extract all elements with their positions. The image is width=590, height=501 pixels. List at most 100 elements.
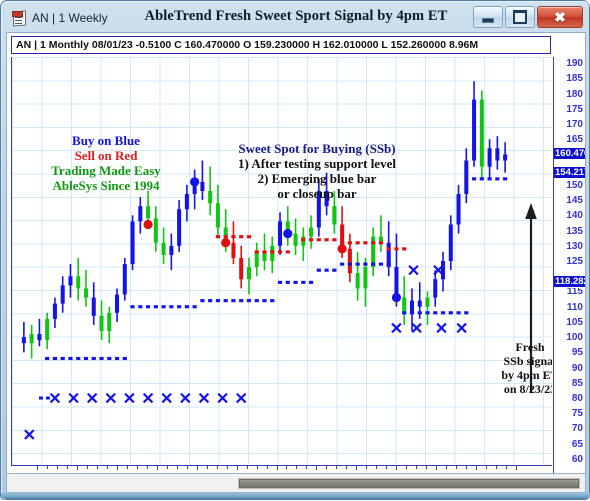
annotation-center-line3: or closeup bar [277,186,357,201]
date-axis-minor-tick [146,466,148,469]
annotation-center-line2: 2) Emerging blue bar [257,171,377,186]
annotation-center: Sweet Spot for Buying (SSb) 1) After tes… [206,141,428,201]
date-axis-minor-tick [106,466,108,469]
annotation-right-line2: SSb signal [503,354,552,368]
price-axis-tick: 135 [566,225,583,237]
date-axis-minor-tick [246,466,248,469]
date-axis-minor-tick [226,466,228,469]
date-axis-minor-tick [166,466,168,469]
annotation-right-line1: Fresh [515,340,545,354]
date-axis-minor-tick [506,466,508,469]
scrollbar-thumb[interactable] [239,479,579,488]
price-axis-tick: 110 [566,301,583,313]
price-axis-tick: 150 [566,179,583,191]
annotation-left-line2: Sell on Red [74,148,138,163]
annotation-left: Buy on Blue Sell on Red Trading Made Eas… [26,133,186,193]
date-axis-tick-mark [76,466,78,470]
date-axis-minor-tick [406,466,408,469]
price-axis-tick: 180 [566,88,583,100]
date-axis-minor-tick [296,466,298,469]
price-axis-tick: 190 [566,58,583,70]
date-axis-tick-mark [356,466,358,470]
annotation-left-line1: Buy on Blue [72,133,140,148]
date-axis-minor-tick [216,466,218,469]
quote-info-bar: AN | 1 Monthly 08/01/23 -0.5100 C 160.47… [11,36,551,54]
date-axis-minor-tick [96,466,98,469]
chart-client-area: AN | 1 Monthly 08/01/23 -0.5100 C 160.47… [6,32,586,494]
price-highlight-box: 160.470 [554,147,586,160]
date-axis-minor-tick [56,466,58,469]
price-axis[interactable]: 190 185 180 175 170 165 150 145 140 135 130 125 115 1… [553,57,585,489]
sweet-spot-x-markers [24,264,467,440]
date-axis-minor-tick [186,466,188,469]
price-axis-tick: 65 [571,438,583,450]
date-axis-minor-tick [256,466,258,469]
price-axis-tick: 60 [571,453,583,465]
price-highlight-box: 154.217 [554,166,586,180]
date-axis-minor-tick [86,466,88,469]
date-axis-minor-tick [126,466,128,469]
chart-document-icon [11,10,26,27]
title-bar[interactable]: AN | 1 Weekly AbleTrend Fresh Sweet Spor… [5,4,587,31]
maximize-button[interactable] [505,6,535,28]
price-axis-tick: 185 [566,73,583,85]
date-axis-minor-tick [466,466,468,469]
minimize-icon [482,17,494,23]
window-bottom-edge [1,493,590,499]
price-axis-tick: 165 [566,134,583,146]
price-axis-tick: 170 [566,118,583,130]
date-axis-minor-tick [206,466,208,469]
date-axis-minor-tick [66,466,68,469]
annotation-right-line4: on 8/23/23 [503,382,552,396]
date-axis-minor-tick [286,466,288,469]
date-axis-tick-mark [516,466,517,470]
price-axis-tick: 105 [566,316,583,328]
annotation-left-line3: Trading Made Easy [51,163,161,178]
date-axis-minor-tick [416,466,418,469]
price-axis-tick: 145 [566,195,583,207]
price-chart-plot[interactable]: Buy on Blue Sell on Red Trading Made Eas… [11,57,552,465]
price-highlight-box: 118.282 [554,275,586,289]
window-title-left: AN | 1 Weekly [32,10,108,25]
horizontal-scrollbar[interactable] [238,478,580,489]
price-axis-tick: 125 [566,256,583,267]
price-axis-tick: 130 [566,240,583,252]
chart-window: AN | 1 Weekly AbleTrend Fresh Sweet Spor… [0,0,590,500]
minimize-button[interactable] [473,6,503,28]
date-axis-minor-tick [456,466,458,469]
annotation-left-line4: AbleSys Since 1994 [52,178,160,193]
price-axis-tick: 80 [571,393,583,404]
date-axis-tick-mark [436,466,438,470]
price-axis-tick: 140 [566,210,583,222]
date-axis-minor-tick [366,466,368,469]
date-axis-tick-mark [116,466,118,470]
candlestick-canvas [21,81,537,440]
close-icon: ✖ [554,9,566,25]
date-axis-minor-tick [326,466,328,469]
price-axis-tick: 100 [566,332,583,344]
date-axis-tick-mark [476,466,478,470]
date-axis-minor-tick [46,466,48,469]
window-controls: ✖ [473,6,583,28]
price-axis-tick: 75 [571,408,583,420]
date-axis-tick-mark [196,466,198,470]
date-axis-minor-tick [486,466,488,469]
date-axis-tick-mark [156,466,158,470]
date-axis-minor-tick [266,466,268,469]
quote-info-text: AN | 1 Monthly 08/01/23 -0.5100 C 160.47… [16,39,479,51]
annotation-center-heading: Sweet Spot for Buying (SSb) [238,141,396,156]
date-axis-minor-tick [136,466,138,469]
candle-series [21,81,508,359]
price-axis-tick: 175 [566,103,583,115]
date-axis-minor-tick [376,466,378,469]
date-axis-tick-mark [37,466,38,470]
date-axis-tick-mark [236,466,238,470]
annotation-right-line3: by 4pm ET [501,368,552,382]
date-axis-tick-mark [276,466,278,470]
date-axis-minor-tick [336,466,338,469]
date-axis-minor-tick [496,466,498,469]
close-button[interactable]: ✖ [537,6,583,28]
date-axis-minor-tick [426,466,428,469]
status-bar [6,473,586,493]
annotation-right: Fresh SSb signal by 4pm ET on 8/23/23 [488,340,552,396]
